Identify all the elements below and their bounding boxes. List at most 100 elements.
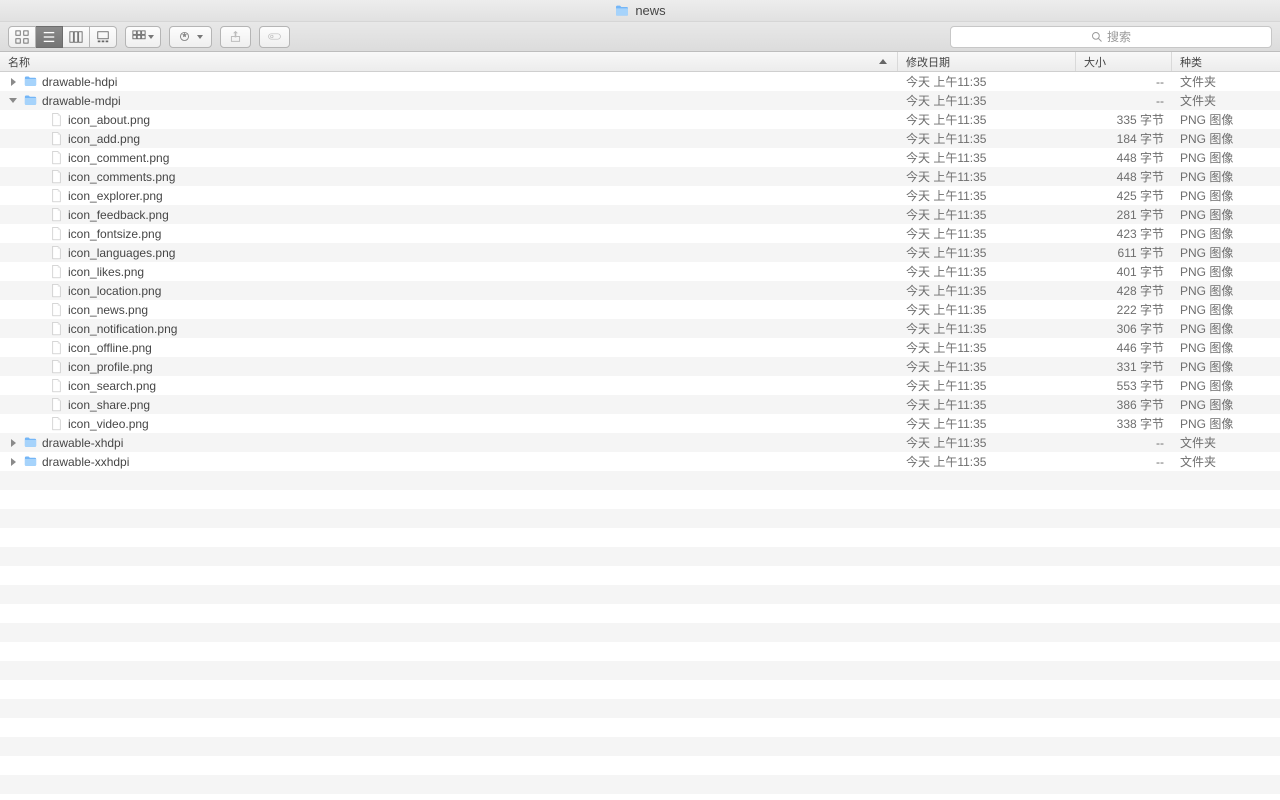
column-header-size[interactable]: 大小: [1076, 52, 1172, 71]
file-date: 今天 上午11:35: [898, 396, 1076, 413]
file-row[interactable]: icon_profile.png今天 上午11:35331 字节PNG 图像: [0, 357, 1280, 376]
file-size: 222 字节: [1076, 301, 1172, 318]
file-name: icon_explorer.png: [68, 189, 163, 203]
file-size: 386 字节: [1076, 396, 1172, 413]
column-header-date-label: 修改日期: [906, 54, 950, 70]
file-row[interactable]: icon_comment.png今天 上午11:35448 字节PNG 图像: [0, 148, 1280, 167]
file-name: icon_fontsize.png: [68, 227, 161, 241]
file-row[interactable]: icon_video.png今天 上午11:35338 字节PNG 图像: [0, 414, 1280, 433]
file-kind: PNG 图像: [1172, 301, 1280, 318]
file-name: icon_about.png: [68, 113, 150, 127]
image-file-icon: [48, 416, 64, 432]
file-row[interactable]: icon_comments.png今天 上午11:35448 字节PNG 图像: [0, 167, 1280, 186]
image-file-icon: [48, 302, 64, 318]
search-input[interactable]: 搜索: [950, 26, 1272, 48]
file-row[interactable]: icon_news.png 今天 上午11:35222 字节PNG 图像: [0, 300, 1280, 319]
view-column-button[interactable]: [63, 26, 90, 48]
view-icon-button[interactable]: [8, 26, 36, 48]
file-name: icon_likes.png: [68, 265, 144, 279]
folder-row[interactable]: drawable-hdpi今天 上午11:35--文件夹: [0, 72, 1280, 91]
empty-row: [0, 585, 1280, 604]
file-size: 184 字节: [1076, 130, 1172, 147]
empty-row: [0, 642, 1280, 661]
file-size: 446 字节: [1076, 339, 1172, 356]
disclosure-triangle[interactable]: [8, 77, 18, 87]
file-name: drawable-xhdpi: [42, 436, 123, 450]
folder-row[interactable]: drawable-mdpi今天 上午11:35--文件夹: [0, 91, 1280, 110]
file-row[interactable]: icon_offline.png今天 上午11:35446 字节PNG 图像: [0, 338, 1280, 357]
file-date: 今天 上午11:35: [898, 301, 1076, 318]
arrange-button[interactable]: [125, 26, 161, 48]
disclosure-triangle[interactable]: [8, 457, 18, 467]
file-date: 今天 上午11:35: [898, 92, 1076, 109]
file-date: 今天 上午11:35: [898, 111, 1076, 128]
file-name: icon_location.png: [68, 284, 161, 298]
empty-row: [0, 604, 1280, 623]
file-row[interactable]: icon_search.png今天 上午11:35553 字节PNG 图像: [0, 376, 1280, 395]
file-name: icon_news.png: [68, 303, 148, 317]
file-row[interactable]: icon_explorer.png今天 上午11:35425 字节PNG 图像: [0, 186, 1280, 205]
share-button[interactable]: [220, 26, 251, 48]
file-row[interactable]: icon_share.png今天 上午11:35386 字节PNG 图像: [0, 395, 1280, 414]
arrange-group: [125, 26, 161, 48]
file-row[interactable]: icon_fontsize.png今天 上午11:35423 字节PNG 图像: [0, 224, 1280, 243]
empty-row: [0, 756, 1280, 775]
file-kind: 文件夹: [1172, 92, 1280, 109]
file-row[interactable]: icon_likes.png今天 上午11:35401 字节PNG 图像: [0, 262, 1280, 281]
file-row[interactable]: icon_add.png今天 上午11:35184 字节PNG 图像: [0, 129, 1280, 148]
file-date: 今天 上午11:35: [898, 415, 1076, 432]
file-kind: PNG 图像: [1172, 396, 1280, 413]
file-date: 今天 上午11:35: [898, 149, 1076, 166]
file-kind: PNG 图像: [1172, 225, 1280, 242]
column-header-date[interactable]: 修改日期: [898, 52, 1076, 71]
image-file-icon: [48, 112, 64, 128]
file-date: 今天 上午11:35: [898, 358, 1076, 375]
file-row[interactable]: icon_languages.png今天 上午11:35611 字节PNG 图像: [0, 243, 1280, 262]
file-kind: PNG 图像: [1172, 377, 1280, 394]
empty-row: [0, 623, 1280, 642]
file-size: --: [1076, 75, 1172, 89]
disclosure-triangle[interactable]: [8, 96, 18, 106]
file-row[interactable]: icon_location.png今天 上午11:35428 字节PNG 图像: [0, 281, 1280, 300]
file-name: icon_offline.png: [68, 341, 152, 355]
tags-button[interactable]: [259, 26, 290, 48]
view-list-button[interactable]: [36, 26, 63, 48]
disclosure-triangle[interactable]: [8, 438, 18, 448]
image-file-icon: [48, 226, 64, 242]
column-header-row: 名称 修改日期 大小 种类: [0, 52, 1280, 72]
file-name: drawable-mdpi: [42, 94, 121, 108]
empty-row: [0, 471, 1280, 490]
file-name: icon_feedback.png: [68, 208, 169, 222]
file-name: icon_languages.png: [68, 246, 175, 260]
empty-row: [0, 547, 1280, 566]
empty-row: [0, 528, 1280, 547]
file-name: icon_video.png: [68, 417, 149, 431]
file-size: --: [1076, 455, 1172, 469]
file-size: 611 字节: [1076, 244, 1172, 261]
column-header-kind[interactable]: 种类: [1172, 52, 1280, 71]
column-header-kind-label: 种类: [1180, 54, 1202, 70]
action-menu-button[interactable]: [169, 26, 212, 48]
file-kind: PNG 图像: [1172, 244, 1280, 261]
file-kind: 文件夹: [1172, 434, 1280, 451]
image-file-icon: [48, 245, 64, 261]
image-file-icon: [48, 207, 64, 223]
file-size: --: [1076, 436, 1172, 450]
file-row[interactable]: icon_feedback.png今天 上午11:35281 字节PNG 图像: [0, 205, 1280, 224]
file-kind: PNG 图像: [1172, 130, 1280, 147]
folder-row[interactable]: drawable-xxhdpi今天 上午11:35--文件夹: [0, 452, 1280, 471]
file-row[interactable]: icon_notification.png今天 上午11:35306 字节PNG…: [0, 319, 1280, 338]
column-header-name[interactable]: 名称: [0, 52, 898, 71]
view-gallery-button[interactable]: [90, 26, 117, 48]
file-date: 今天 上午11:35: [898, 282, 1076, 299]
file-kind: PNG 图像: [1172, 111, 1280, 128]
file-size: 425 字节: [1076, 187, 1172, 204]
file-row[interactable]: icon_about.png今天 上午11:35335 字节PNG 图像: [0, 110, 1280, 129]
file-kind: 文件夹: [1172, 453, 1280, 470]
file-name: drawable-xxhdpi: [42, 455, 129, 469]
file-date: 今天 上午11:35: [898, 206, 1076, 223]
folder-icon: [22, 435, 38, 451]
folder-row[interactable]: drawable-xhdpi今天 上午11:35--文件夹: [0, 433, 1280, 452]
file-date: 今天 上午11:35: [898, 377, 1076, 394]
file-kind: PNG 图像: [1172, 358, 1280, 375]
